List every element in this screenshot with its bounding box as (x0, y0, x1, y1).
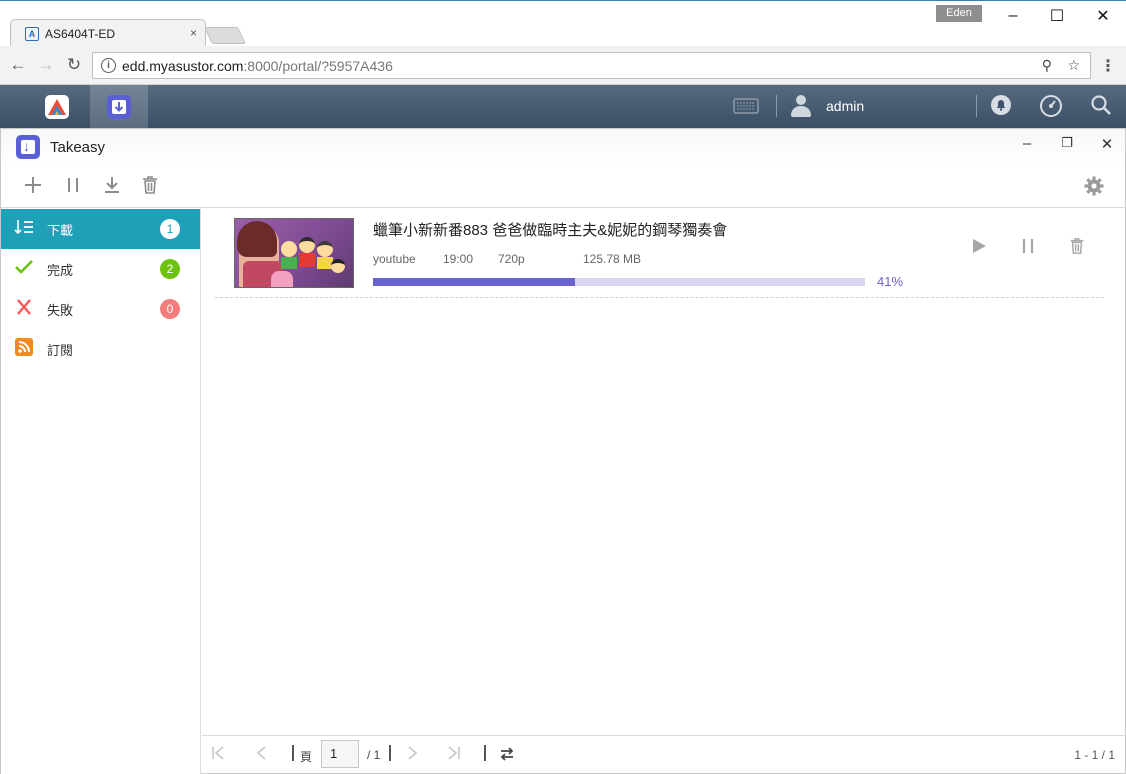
app-titlebar: Takeasy – ❐ ✕ (1, 129, 1125, 165)
keyboard-icon[interactable] (733, 98, 759, 119)
maximize-icon[interactable]: ☐ (1034, 3, 1080, 29)
sidebar-item-label: 下載 (47, 222, 74, 238)
video-quality: 720p (498, 252, 525, 266)
minimize-icon[interactable]: – (990, 3, 1036, 29)
page-label: 頁 (300, 750, 313, 764)
sidebar: 下載 1 完成 2 失敗 0 訂閱 (1, 209, 201, 774)
takeasy-logo-icon (16, 135, 40, 159)
reload-icon[interactable]: ↻ (64, 55, 84, 75)
user-avatar-icon[interactable] (790, 95, 812, 117)
app-central-button[interactable] (28, 85, 86, 128)
refresh-icon[interactable] (499, 746, 515, 766)
url-text: edd.myasustor.com:8000/portal/?5957A436 (122, 58, 393, 74)
tab-close-icon[interactable]: × (190, 26, 197, 40)
pager-divider (484, 745, 486, 761)
sidebar-item-completed[interactable]: 完成 2 (1, 249, 200, 289)
video-thumbnail[interactable] (234, 218, 354, 288)
app-close-icon[interactable]: ✕ (1097, 135, 1117, 153)
sidebar-item-label: 訂閱 (47, 342, 74, 358)
count-badge: 2 (160, 259, 180, 279)
count-badge: 1 (160, 219, 180, 239)
notification-bell-icon[interactable] (990, 94, 1012, 121)
progress-fill (373, 278, 575, 286)
new-tab-button[interactable] (204, 27, 246, 44)
topbar-separator (776, 95, 777, 117)
delete-item-button[interactable] (1065, 237, 1089, 261)
video-size: 125.78 MB (583, 252, 642, 266)
nas-topbar: admin (0, 85, 1126, 128)
checkmark-icon (13, 259, 35, 280)
browser-titlebar: A AS6404T-ED × Eden – ☐ ✕ (0, 0, 1126, 47)
username-label[interactable]: admin (826, 98, 864, 114)
settings-gear-icon[interactable] (1082, 175, 1106, 202)
play-button[interactable] (967, 237, 991, 261)
video-duration: 19:00 (443, 252, 474, 266)
bookmark-star-icon[interactable]: ☆ (1067, 57, 1080, 74)
x-mark-icon (13, 298, 35, 320)
prev-page-icon[interactable] (254, 746, 270, 764)
last-page-icon[interactable] (446, 746, 462, 764)
browser-menu-icon[interactable]: ⋮ (1100, 56, 1116, 76)
sidebar-item-downloading[interactable]: 下載 1 (1, 209, 200, 249)
dashboard-gauge-icon[interactable] (1039, 94, 1063, 123)
app-toolbar (1, 165, 1125, 208)
add-button[interactable] (21, 175, 45, 200)
pause-button[interactable] (1016, 237, 1040, 261)
takeasy-window: Takeasy – ❐ ✕ 下載 1 (0, 128, 1126, 774)
browser-tab[interactable]: A AS6404T-ED × (10, 19, 206, 47)
sidebar-item-subscription[interactable]: 訂閱 (1, 329, 200, 369)
rss-icon (13, 337, 35, 361)
first-page-icon[interactable] (210, 746, 226, 764)
download-item[interactable]: 蠟筆小新新番883 爸爸做臨時主夫&妮妮的鋼琴獨奏會 youtube 19:00… (215, 209, 1104, 298)
tab-title: AS6404T-ED (45, 26, 116, 41)
address-bar[interactable]: i edd.myasustor.com:8000/portal/?5957A43… (92, 52, 1091, 79)
app-title: Takeasy (50, 138, 106, 156)
app-restore-icon[interactable]: ❐ (1057, 135, 1077, 151)
download-button[interactable] (100, 175, 124, 200)
asustor-favicon-icon: A (25, 26, 39, 41)
search-icon[interactable] (1090, 94, 1112, 121)
page-number-input[interactable]: 1 (321, 740, 359, 768)
forward-arrow-icon[interactable]: → (36, 55, 56, 75)
video-source: youtube (373, 252, 416, 266)
url-path: :8000/portal/?5957A436 (243, 57, 393, 74)
back-arrow-icon[interactable]: ← (8, 55, 28, 75)
topbar-separator (976, 95, 977, 117)
key-icon[interactable]: ⚲ (1042, 57, 1052, 74)
video-title: 蠟筆小新新番883 爸爸做臨時主夫&妮妮的鋼琴獨奏會 (373, 222, 728, 239)
app-minimize-icon[interactable]: – (1017, 135, 1037, 152)
pager-divider (292, 745, 294, 761)
browser-toolbar: ← → ↻ i edd.myasustor.com:8000/portal/?5… (0, 46, 1126, 85)
sidebar-item-label: 完成 (47, 262, 74, 278)
sort-list-icon (13, 219, 35, 240)
progress-bar (373, 278, 865, 286)
takeasy-app-button[interactable] (90, 85, 148, 128)
close-window-icon[interactable]: ✕ (1080, 3, 1126, 29)
item-count: 1 - 1 / 1 (1074, 748, 1115, 762)
url-host: edd.myasustor.com (122, 57, 244, 74)
next-page-icon[interactable] (404, 746, 420, 764)
pause-all-button[interactable] (61, 175, 85, 200)
progress-percent: 41% (877, 274, 904, 289)
sidebar-item-failed[interactable]: 失敗 0 (1, 289, 200, 329)
download-list: 蠟筆小新新番883 爸爸做臨時主夫&妮妮的鋼琴獨奏會 youtube 19:00… (202, 209, 1125, 735)
takeasy-app-icon (107, 94, 131, 119)
app-central-icon (45, 94, 69, 119)
sidebar-item-label: 失敗 (47, 302, 74, 318)
pager-divider (389, 745, 391, 761)
site-info-icon[interactable]: i (101, 58, 116, 73)
pagination-bar: 頁 1 / 1 1 - 1 / 1 (202, 735, 1125, 773)
total-pages: / 1 (367, 748, 381, 762)
count-badge: 0 (160, 299, 180, 319)
profile-badge[interactable]: Eden (936, 5, 982, 22)
delete-button[interactable] (138, 175, 162, 200)
